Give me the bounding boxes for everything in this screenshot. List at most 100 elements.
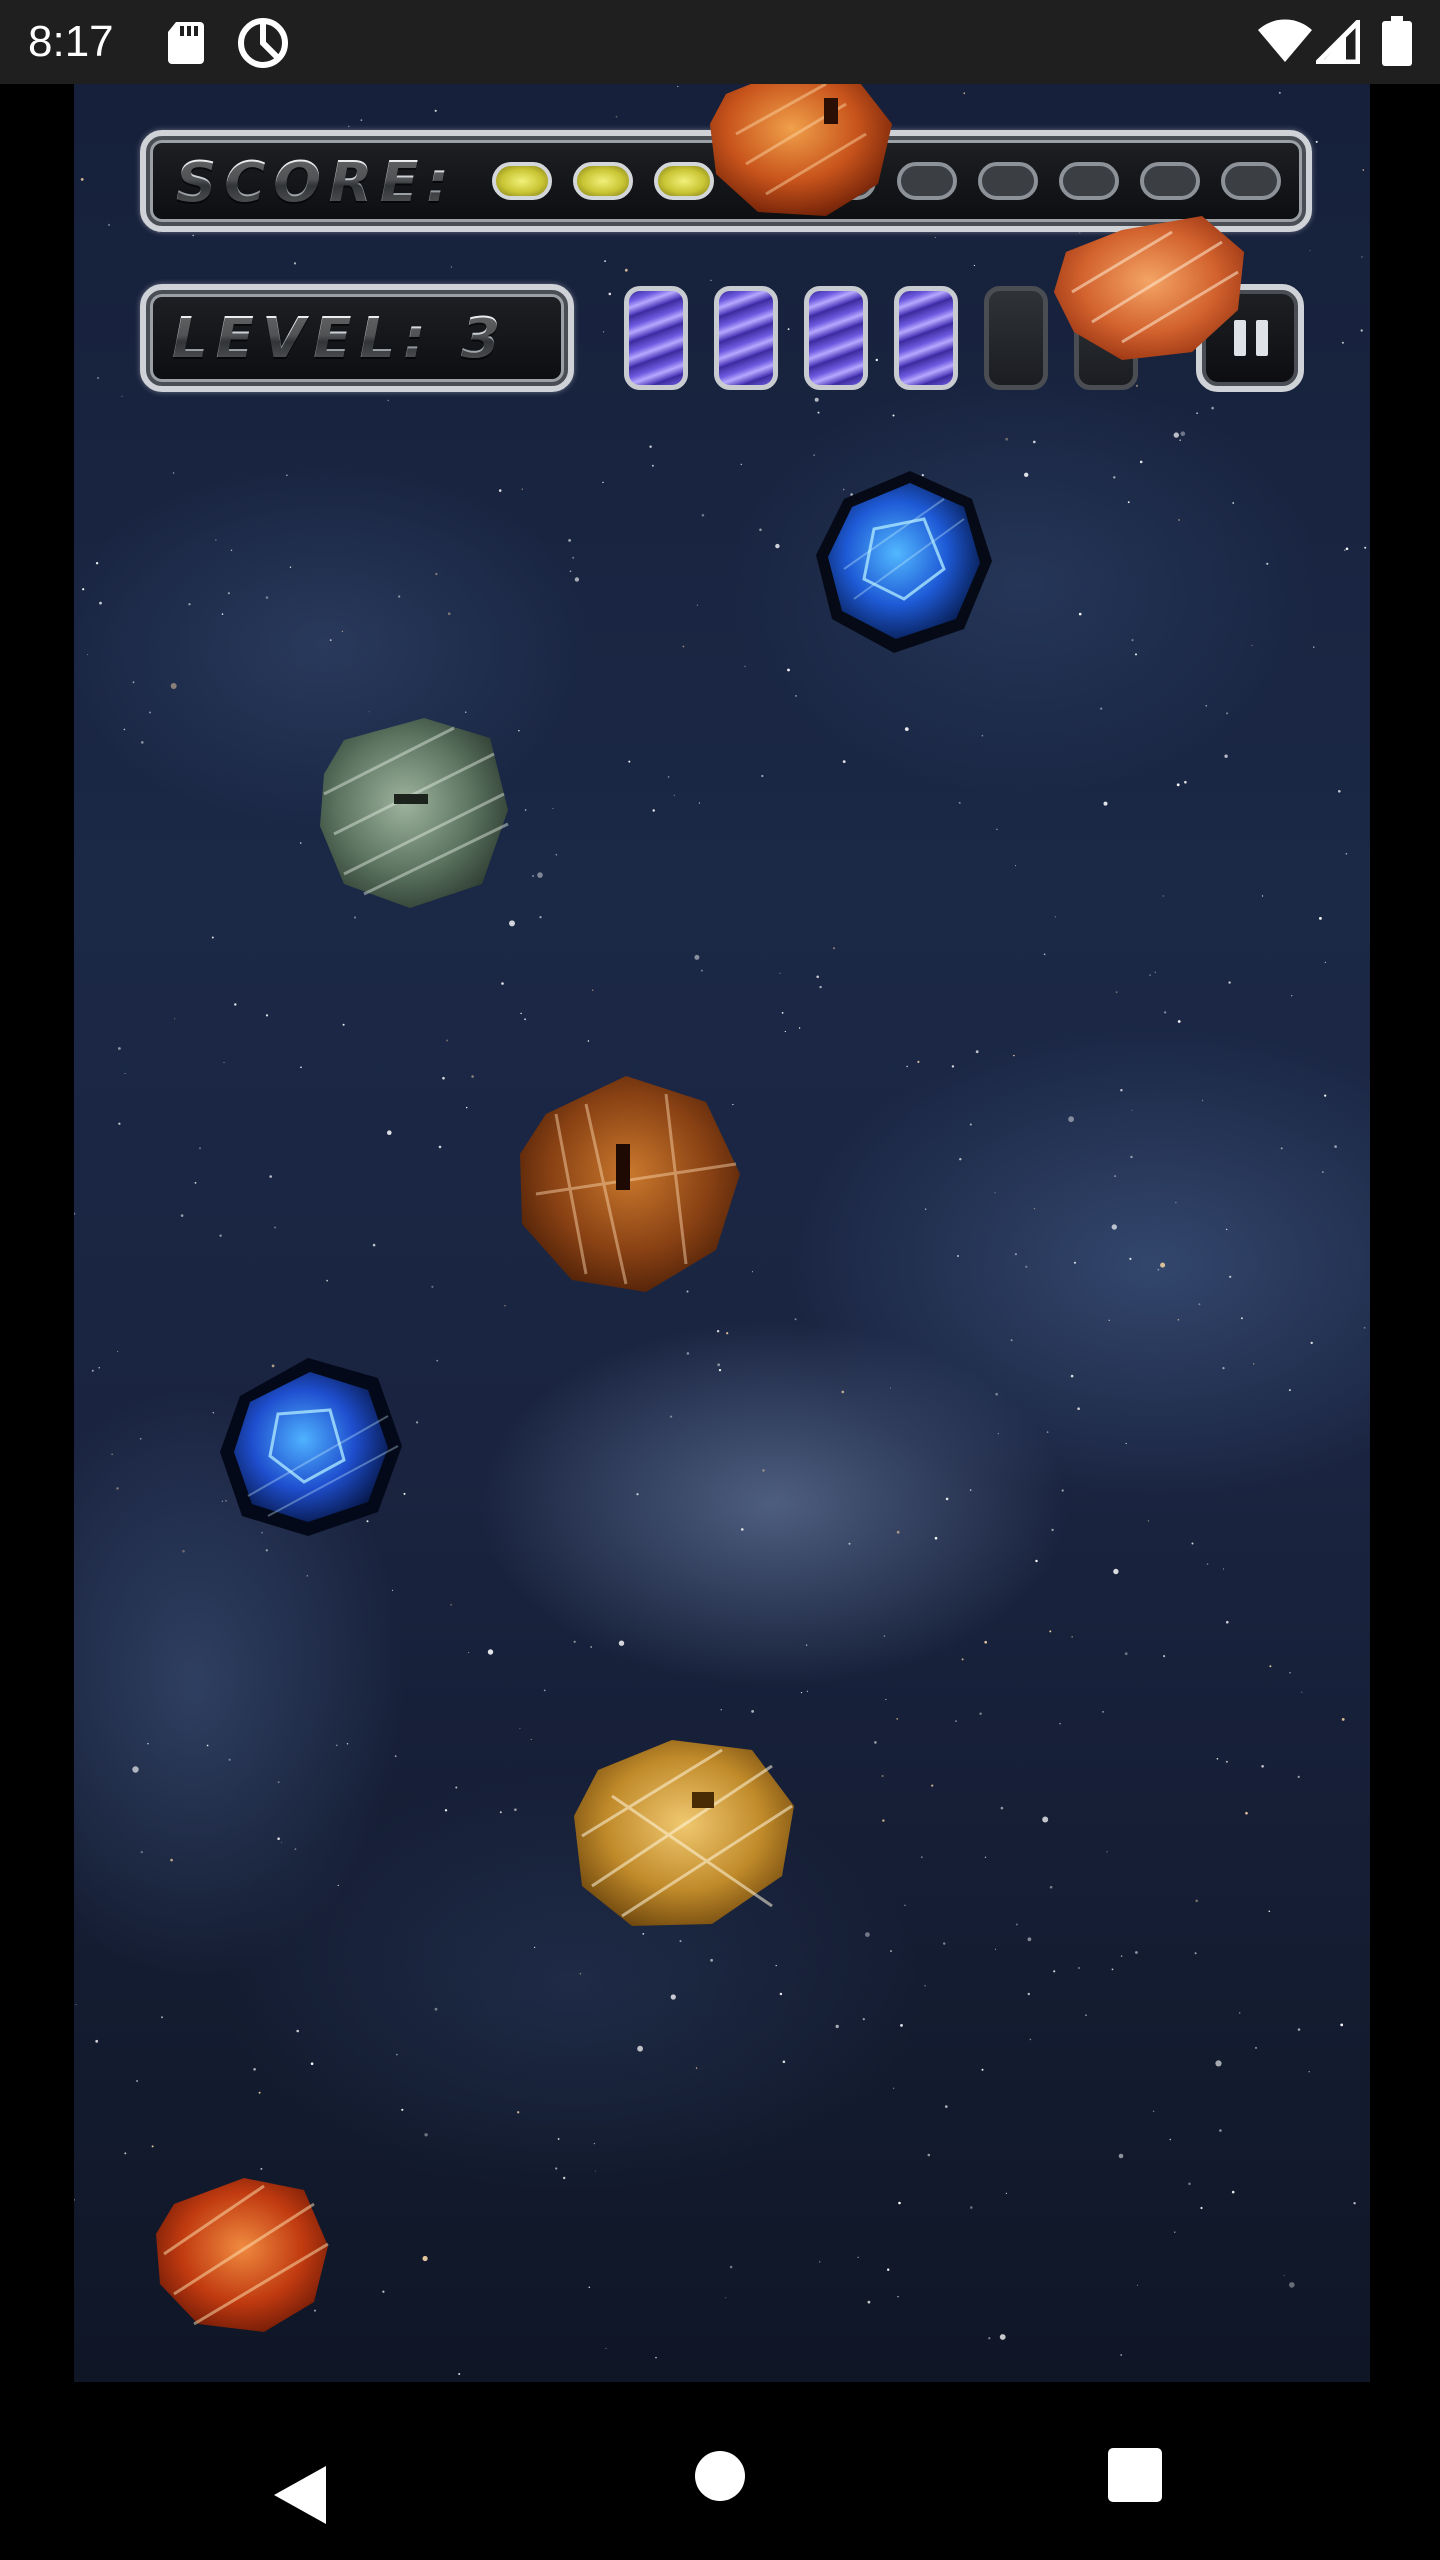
star <box>568 539 571 542</box>
star <box>1160 1262 1166 1268</box>
star <box>1215 2060 1222 2067</box>
life-cell-full <box>804 286 868 390</box>
star <box>519 1728 521 1730</box>
star <box>1147 1520 1150 1522</box>
star <box>782 2060 786 2064</box>
star <box>1219 2129 1222 2132</box>
star <box>897 2296 899 2298</box>
life-cell-full <box>714 286 778 390</box>
star <box>1135 1951 1138 1954</box>
star <box>194 1182 197 1184</box>
star <box>1283 2274 1285 2276</box>
star <box>471 1075 474 1078</box>
star <box>636 1493 639 1496</box>
star <box>848 1542 851 1545</box>
star <box>1152 2110 1155 2112</box>
cell-signal-icon <box>1316 20 1360 64</box>
asteroid-orange-top-overlay[interactable] <box>706 84 896 224</box>
star <box>455 1786 458 1789</box>
score-pip-lit <box>654 162 714 200</box>
star <box>1228 981 1231 984</box>
star <box>398 595 401 598</box>
star <box>969 1489 972 1491</box>
star <box>682 645 685 648</box>
star <box>817 411 820 414</box>
data-saver-icon <box>238 18 288 68</box>
recents-icon[interactable] <box>1108 2448 1162 2502</box>
star <box>1319 917 1322 920</box>
star <box>1289 1671 1291 1674</box>
star <box>1338 790 1341 793</box>
home-icon[interactable] <box>694 2450 746 2502</box>
star <box>572 556 575 559</box>
star <box>1174 2231 1176 2233</box>
star <box>887 2268 890 2271</box>
star <box>173 472 175 474</box>
star <box>563 2176 566 2180</box>
asteroid-orange-right-overlay[interactable] <box>1052 212 1248 362</box>
star <box>1131 1109 1133 1111</box>
star <box>867 2300 871 2304</box>
star <box>258 2091 261 2094</box>
star <box>501 982 504 985</box>
asteroid-brown-rock[interactable] <box>516 1074 742 1294</box>
star <box>1013 1054 1015 1057</box>
asteroid-red-rock[interactable] <box>154 2174 330 2334</box>
star <box>917 1060 920 1063</box>
star <box>882 1819 885 1822</box>
star <box>984 1640 987 1644</box>
star <box>775 543 780 549</box>
star <box>1163 1011 1167 1014</box>
star <box>1074 1261 1076 1264</box>
star <box>700 969 703 972</box>
star <box>555 853 558 856</box>
star <box>762 1469 765 1472</box>
star <box>604 260 606 262</box>
star <box>360 119 363 122</box>
asteroid-blue-crystal-left[interactable] <box>218 1356 404 1538</box>
star <box>518 730 520 732</box>
star <box>1154 971 1157 974</box>
game-playfield[interactable]: SCORE: LEVEL: 3 <box>74 84 1370 2382</box>
star <box>1341 341 1344 344</box>
star <box>1015 1923 1018 1926</box>
asteroid-blue-crystal-top[interactable] <box>814 469 994 655</box>
star <box>842 760 846 763</box>
star <box>537 872 543 878</box>
star <box>740 463 743 466</box>
star <box>881 1775 884 1777</box>
back-icon[interactable] <box>270 2462 330 2528</box>
star <box>123 728 126 731</box>
status-bar: 8:17 <box>0 0 1440 84</box>
star <box>97 377 100 379</box>
star <box>716 1330 720 1333</box>
star <box>107 223 111 226</box>
star <box>819 985 822 989</box>
star <box>552 808 554 810</box>
star <box>424 2133 428 2137</box>
star <box>832 947 836 950</box>
star <box>787 668 790 672</box>
star <box>161 2016 163 2019</box>
star <box>981 2068 984 2071</box>
star <box>132 1766 139 1773</box>
star <box>206 1744 209 1747</box>
star <box>900 2024 903 2027</box>
star <box>1175 1202 1177 1204</box>
star <box>892 2087 895 2089</box>
star <box>1223 1568 1224 1570</box>
star <box>1005 437 1009 441</box>
star <box>696 604 698 606</box>
star <box>1196 412 1198 415</box>
star <box>931 1784 934 1787</box>
asteroid-gold-rock[interactable] <box>572 1736 798 1930</box>
star <box>116 1487 119 1490</box>
asteroid-green-rock[interactable] <box>314 714 510 910</box>
score-pip-empty <box>978 162 1038 200</box>
star <box>1201 1099 1204 1102</box>
star <box>1229 1275 1232 1278</box>
status-time: 8:17 <box>28 17 114 66</box>
star <box>1261 1765 1264 1768</box>
star <box>1251 644 1253 646</box>
star <box>927 2153 931 2157</box>
